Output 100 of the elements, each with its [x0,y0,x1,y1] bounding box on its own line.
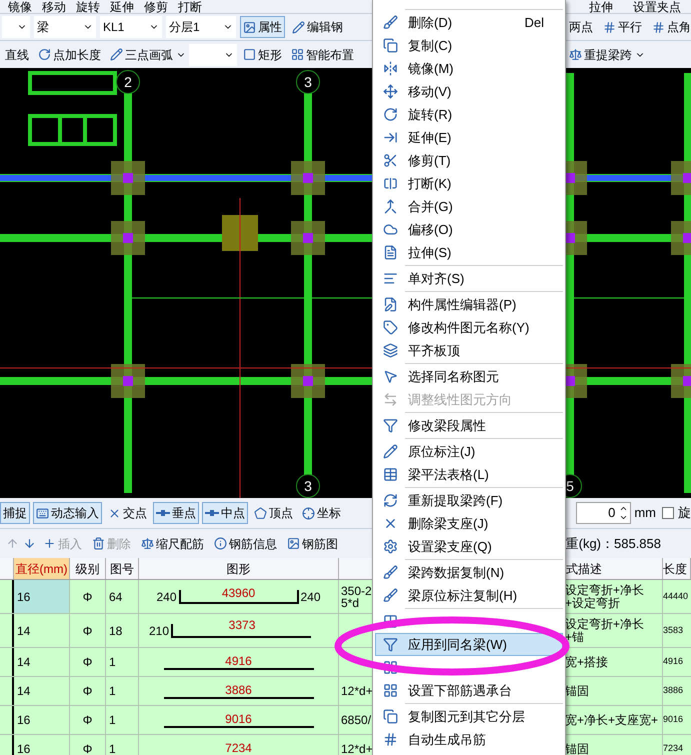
toolbar-button[interactable]: 设置夹点 [633,0,681,13]
toolbar-button[interactable]: 缩尺配筋 [138,532,207,554]
table-cell[interactable]: 14 [14,614,70,647]
toolbar-button[interactable]: 修剪 [144,0,168,13]
menu-item[interactable]: 修改构件图元名称(Y) [375,316,563,339]
menu-item[interactable]: 单对齐(S) [375,267,563,290]
filter-icon [382,418,398,433]
toolbar-button[interactable]: 捕捉 [0,502,30,524]
menu-item[interactable]: 打断(K) [375,172,563,195]
toolbar-button[interactable]: 坐标 [299,502,344,524]
menu-item[interactable]: 平齐板顶 [375,339,563,362]
menu-item[interactable]: 构件属性编辑器(P) [375,293,563,316]
column-header[interactable]: 图形 [139,558,339,579]
table-cell: Φ [70,614,106,647]
toolbar-button[interactable]: 动态输入 [33,502,102,524]
table-cell-text: 9016 [663,713,684,726]
table-cell: 锚固 [565,742,589,755]
toolbar-button[interactable]: 矩形 [240,44,285,66]
toolbar-button[interactable]: 垂点 [153,502,199,524]
table-cell[interactable]: 16 [14,735,70,755]
refresh-icon [382,493,398,508]
menu-item[interactable]: 延伸(E) [375,126,563,149]
table-cell: 1 [106,648,139,676]
column-header[interactable]: 直径(mm) [14,558,70,579]
checkbox[interactable] [662,507,674,519]
toolbar-button[interactable]: 两点 [566,16,596,38]
menu-item[interactable]: 原位标注(J) [375,440,563,463]
toolbar-button[interactable]: 钢筋图 [284,532,341,554]
table-cell: Φ [70,677,106,705]
down-arrow-icon[interactable] [23,537,36,550]
brush-icon [382,15,398,30]
table-cell[interactable]: 16 [14,706,70,734]
toolbar-button[interactable]: 延伸 [110,0,134,13]
dropdown[interactable]: 梁 [34,16,96,38]
table-cell-text: 12*d+ [340,743,373,755]
table-cell: 64 [106,580,139,613]
brush-icon [382,565,398,580]
toolbar-button[interactable]: 交点 [105,502,150,524]
toolbar-button[interactable]: 旋转 [76,0,100,13]
column-header[interactable]: 图号 [106,558,139,579]
table-cell[interactable]: 14 [14,648,70,676]
column-header[interactable]: 长度 [663,558,691,579]
toolbar-button[interactable]: 三点画弧 [107,44,176,66]
menu-item[interactable]: 删除(D) Del [375,11,563,34]
rotate-icon [38,48,51,61]
menu-item[interactable]: 拉伸(S) [375,241,563,264]
table-cell-text: 12*d+ [340,685,373,697]
rebar-shape: 43960 [178,590,298,604]
dropdown[interactable]: 分层1 [166,16,236,38]
pencil-icon [292,20,305,34]
table-cell-text: 44440 [663,590,688,603]
menu-item[interactable]: 偏移(O) [375,218,563,241]
menu-item[interactable]: 梁原位标注复制(H) [375,584,563,607]
toolbar-button[interactable]: 平行 [600,16,645,38]
menu-item[interactable]: 选择同名称图元 [375,365,563,388]
toolbar-button[interactable]: 打断 [178,0,202,13]
table-cell: Φ [70,648,106,676]
pointer-icon [382,369,398,384]
menu-item[interactable]: 设置下部筋遇承台 [375,679,563,702]
toolbar-button[interactable]: 重提梁跨 [566,44,635,66]
toolbar-button[interactable]: 属性 [240,16,285,38]
menu-item[interactable]: 修改梁段属性 [375,414,563,437]
menu-item[interactable]: 旋转(R) [375,103,563,126]
toolbar-button[interactable]: 拉伸 [589,0,613,13]
brush-icon [382,588,398,603]
table-cell-text: 设定弯折+净长+设定弯折 [565,584,646,610]
table-cell[interactable]: 16 [14,580,70,613]
toolbar-button[interactable]: 钢筋信息 [211,532,280,554]
toolbar-button[interactable]: 移动 [42,0,66,13]
menu-item[interactable]: 梁跨数据复制(N) [375,561,563,584]
dropdown[interactable]: KL1 [100,16,162,38]
menu-item[interactable]: 自动生成吊筋 [375,728,563,751]
trash-icon [92,537,105,550]
column-header[interactable]: 级别 [70,558,106,579]
menu-item[interactable]: 合并(G) [375,195,563,218]
toolbar-button[interactable]: 直线 [2,44,32,66]
menu-item[interactable]: 设置梁支座(Q) [375,535,563,558]
menu-item[interactable]: 修剪(T) [375,149,563,172]
cross-icon [108,506,121,520]
menu-item[interactable]: 应用到同名梁(W) [375,633,563,656]
menu-item[interactable]: 复制图元到其它分层 [375,705,563,728]
shape-dimension: 240 [156,588,176,606]
hash-icon [652,20,665,34]
menu-item[interactable]: 移动(V) [375,80,563,103]
toolbar-button[interactable]: 点加长度 [35,44,104,66]
toolbar-button[interactable]: 中点 [202,502,248,524]
copy-icon [382,709,398,724]
offset-field[interactable]: 0 [576,502,632,524]
grid-icon [291,48,304,61]
document-icon [382,245,398,260]
axis-label: 3 [296,474,320,498]
table-cell: 宽+净长+支座宽+ [565,714,658,726]
toolbar-button[interactable]: 点角 [649,16,691,38]
table-cell[interactable]: 14 [14,677,70,705]
toolbar-button[interactable]: 顶点 [251,502,296,524]
toolbar-button[interactable]: 镜像 [8,0,32,13]
toolbar-button[interactable]: 智能布置 [288,44,357,66]
toolbar-button[interactable]: 编辑钢 [289,16,346,38]
menu-item[interactable]: 复制(C) [375,34,563,57]
menu-item[interactable]: 删除梁支座(J) [375,512,563,535]
